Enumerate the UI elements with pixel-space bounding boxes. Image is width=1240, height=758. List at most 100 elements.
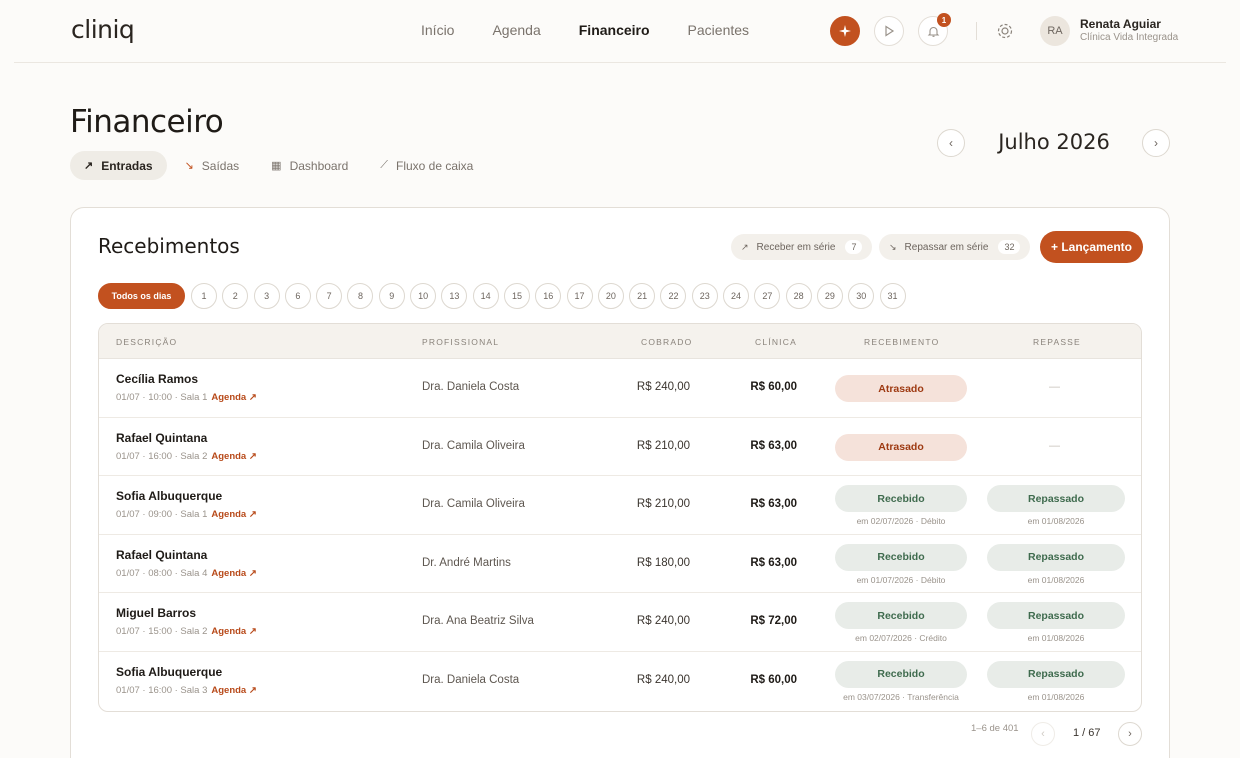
receipts-table: DESCRIÇÃO PROFISSIONAL COBRADO CLÍNICA R… [98,323,1142,712]
appointment-meta: 01/07 · 16:00 · Sala 2 Agenda ↗ [116,451,257,462]
nav-pacientes[interactable]: Pacientes [688,22,749,38]
repasse-status-badge[interactable]: Repassado [987,660,1125,688]
tab-entradas[interactable]: ↗ Entradas [70,151,167,180]
day-3[interactable]: 3 [253,283,280,309]
day-filter: Todos os dias 1 2 3 6 7 8 9 10 13 14 15 16 17 20 21 22 2… [98,283,911,309]
repasse-empty: — [1049,439,1060,452]
receipt-date: em 02/07/2026 · Débito [856,516,946,527]
logo[interactable]: cliniq [71,15,135,44]
pagination-current: 1 / 67 [1073,727,1101,739]
receipt-status-badge[interactable]: Recebido [835,543,967,571]
repasse-status-badge[interactable]: Repassado [987,485,1125,513]
day-16[interactable]: 16 [535,283,562,309]
agenda-link[interactable]: Agenda ↗ [211,685,256,696]
sparkle-icon [839,25,851,37]
day-20[interactable]: 20 [597,283,624,309]
day-10[interactable]: 10 [410,283,437,309]
main-nav: Início Agenda Financeiro Pacientes [421,22,787,38]
tab-fluxo-de-caixa[interactable]: ⟋ Fluxo de caixa [366,151,487,180]
day-6[interactable]: 6 [284,283,311,309]
chevron-right-icon: › [1154,136,1158,150]
tab-label: Dashboard [289,158,349,173]
arrow-up-right-icon: ↗ [741,241,749,252]
receber-label: Receber em série [756,241,836,253]
receipt-status-badge[interactable]: Recebido [835,660,967,688]
header-divider [976,22,977,40]
nav-agenda[interactable]: Agenda [492,22,540,38]
day-31[interactable]: 31 [879,283,906,309]
amount-clinic: R$ 60,00 [750,381,797,393]
play-button[interactable] [874,16,904,46]
repasse-status-badge[interactable]: Repassado [987,543,1125,571]
th-repasse: REPASSE [1033,337,1081,347]
day-13[interactable]: 13 [441,283,468,309]
amount-clinic: R$ 63,00 [750,439,797,452]
table-row[interactable]: Miguel Barros 01/07 · 15:00 · Sala 2 Agend… [99,593,1141,652]
day-15[interactable]: 15 [503,283,530,309]
amount-charged: R$ 180,00 [636,556,690,569]
avatar[interactable]: RA [1040,16,1070,46]
prev-month-button[interactable]: ‹ [937,129,965,157]
appointment-details: 01/07 · 16:00 · Sala 2 [116,450,208,462]
prev-page-button[interactable]: ‹ [1031,722,1055,746]
day-17[interactable]: 17 [566,283,593,309]
receipt-status-badge[interactable]: Recebido [835,485,967,513]
tab-dashboard[interactable]: ▦ Dashboard [257,151,362,180]
patient-name: Rafael Quintana [116,430,208,445]
nav-inicio[interactable]: Início [421,22,454,38]
notifications-button[interactable]: 1 [918,13,951,46]
day-14[interactable]: 14 [472,283,499,309]
receipt-status-badge[interactable]: Atrasado [835,375,967,402]
appointment-details: 01/07 · 09:00 · Sala 1 [116,509,208,521]
day-29[interactable]: 29 [816,283,843,309]
receipt-status-badge[interactable]: Recebido [835,602,967,630]
th-profissional: PROFISSIONAL [422,337,500,347]
appointment-details: 01/07 · 10:00 · Sala 1 [116,392,208,403]
day-30[interactable]: 30 [848,283,875,309]
agenda-link[interactable]: Agenda ↗ [211,509,256,520]
table-row[interactable]: Cecília Ramos 01/07 · 10:00 · Sala 1 Agend… [99,359,1141,418]
day-21[interactable]: 21 [629,283,656,309]
agenda-link[interactable]: Agenda ↗ [211,392,256,403]
receipt-status-badge[interactable]: Atrasado [835,433,967,461]
page-title: Financeiro [70,104,224,140]
day-9[interactable]: 9 [378,283,405,309]
nav-financeiro[interactable]: Financeiro [579,22,650,38]
grid-icon: ▦ [271,160,282,172]
ai-sparkle-button[interactable] [830,16,860,46]
repassar-count: 32 [998,240,1021,254]
add-lancamento-button[interactable]: + Lançamento [1040,231,1143,263]
repassar-em-serie-button[interactable]: ↘ Repassar em série 32 [879,234,1031,260]
day-8[interactable]: 8 [347,283,374,309]
day-28[interactable]: 28 [785,283,812,309]
repasse-status-badge[interactable]: Repassado [987,602,1125,630]
appointment-meta: 01/07 · 08:00 · Sala 4 Agenda ↗ [116,568,257,579]
agenda-link[interactable]: Agenda ↗ [211,568,256,579]
day-23[interactable]: 23 [691,283,718,309]
day-1[interactable]: 1 [191,283,217,309]
arrow-up-right-icon: ↗ [84,160,94,172]
next-month-button[interactable]: › [1142,129,1170,157]
table-row[interactable]: Rafael Quintana 01/07 · 08:00 · Sala 4 Age… [99,535,1141,594]
table-row[interactable]: Sofia Albuquerque 01/07 · 16:00 · Sala 3A… [99,652,1141,711]
arrow-down-right-icon: ↘ [184,160,194,172]
logo-text: cliniq [71,15,135,44]
tab-saidas[interactable]: ↘ Saídas [171,151,254,180]
next-page-button[interactable]: › [1118,722,1142,746]
day-27[interactable]: 27 [754,283,781,309]
table-body: Cecília Ramos 01/07 · 10:00 · Sala 1 Agend… [99,359,1141,711]
settings-button[interactable] [994,20,1016,42]
day-22[interactable]: 22 [660,283,687,309]
day-2[interactable]: 2 [222,283,249,309]
repasse-empty: — [1049,381,1060,393]
patient-name: Sofia Albuquerque [116,664,223,679]
day-24[interactable]: 24 [723,283,750,309]
day-all[interactable]: Todos os dias [98,283,185,309]
table-row[interactable]: Rafael Quintana 01/07 · 16:00 · Sala 2 Age… [99,418,1141,477]
appointment-meta: 01/07 · 10:00 · Sala 1 Agenda ↗ [116,392,257,403]
receber-em-serie-button[interactable]: ↗ Receber em série 7 [731,234,873,260]
agenda-link[interactable]: Agenda ↗ [211,451,256,462]
day-7[interactable]: 7 [316,283,343,309]
agenda-link[interactable]: Agenda ↗ [211,626,256,637]
table-row[interactable]: Sofia Albuquerque 01/07 · 09:00 · Sala 1A… [99,476,1141,535]
